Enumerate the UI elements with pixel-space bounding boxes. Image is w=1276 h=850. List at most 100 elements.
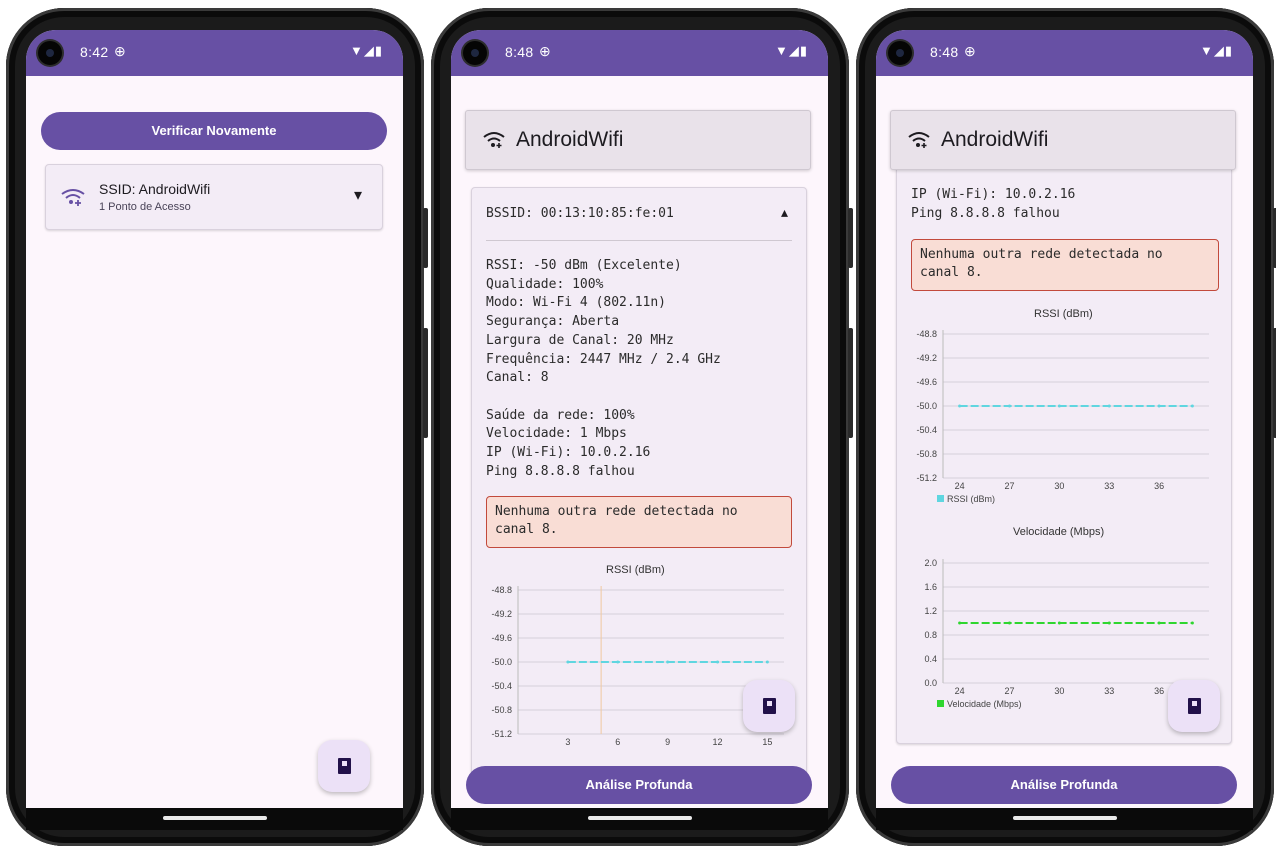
network-title: AndroidWifi xyxy=(941,128,1049,151)
rssi-chart-title: RSSI (dBm) xyxy=(606,564,665,576)
health-line: Saúde da rede: 100% xyxy=(486,407,635,423)
ip-line: IP (Wi-Fi): 10.0.2.16 xyxy=(911,187,1076,202)
status-time: 8:48 xyxy=(505,44,534,60)
alert-line-1: Nenhuma outra rede detectada no xyxy=(920,247,1163,262)
x-tick-label: 27 xyxy=(1004,481,1014,491)
data-point xyxy=(958,621,962,625)
phone-3: 8:48 ⊕ ▼◢▮ IP (Wi-Fi): 10.0.2.16 Ping 8.… xyxy=(856,8,1276,846)
y-tick-label: -49.2 xyxy=(491,609,512,619)
rssi-chart-title: RSSI (dBm) xyxy=(1034,308,1093,320)
home-indicator[interactable] xyxy=(1013,816,1117,820)
home-indicator[interactable] xyxy=(588,816,692,820)
sync-icon: ⊕ xyxy=(964,43,976,59)
ssid-card[interactable]: SSID: AndroidWifi 1 Ponto de Acesso ▾ xyxy=(45,164,383,230)
phone-1: 8:42 ⊕ ▼◢▮ Verificar Novamente SSID: And… xyxy=(6,8,428,846)
y-tick-label: 1.6 xyxy=(924,582,937,592)
status-time: 8:42 xyxy=(80,44,109,60)
bssid-label: BSSID: 00:13:10:85:fe:01 xyxy=(486,206,674,221)
status-time: 8:48 xyxy=(930,44,959,60)
y-tick-label: -50.0 xyxy=(491,657,512,667)
x-tick-label: 33 xyxy=(1104,481,1114,491)
data-point xyxy=(1190,404,1194,408)
y-tick-label: -50.4 xyxy=(916,425,937,435)
channel-width-line: Largura de Canal: 20 MHz xyxy=(486,332,674,348)
status-bar: 8:48 ⊕ ▼◢▮ xyxy=(876,30,1253,76)
rssi-line: RSSI: -50 dBm (Excelente) xyxy=(486,258,682,273)
y-tick-label: 2.0 xyxy=(924,558,937,568)
frequency-line: Frequência: 2447 MHz / 2.4 GHz xyxy=(486,351,721,367)
y-tick-label: -48.8 xyxy=(916,329,937,339)
data-point xyxy=(1190,621,1194,625)
x-tick-label: 33 xyxy=(1104,686,1114,696)
x-tick-label: 15 xyxy=(762,737,772,747)
data-point xyxy=(1107,404,1111,408)
data-point xyxy=(1157,621,1161,625)
chevron-down-icon[interactable]: ▾ xyxy=(354,185,362,205)
x-tick-label: 30 xyxy=(1054,481,1064,491)
x-tick-label: 36 xyxy=(1154,481,1164,491)
x-tick-label: 36 xyxy=(1154,686,1164,696)
network-stats: RSSI: -50 dBm (Excelente) Qualidade: 100… xyxy=(486,257,721,481)
check-again-button[interactable]: Verificar Novamente xyxy=(41,112,387,150)
alert-line-2: canal 8. xyxy=(920,265,983,280)
ping-line: Ping 8.8.8.8 falhou xyxy=(911,205,1060,221)
wifi-icon xyxy=(908,132,930,148)
channel-alert: Nenhuma outra rede detectada no canal 8. xyxy=(486,496,792,548)
y-tick-label: -49.6 xyxy=(916,377,937,387)
y-tick-label: -50.8 xyxy=(916,449,937,459)
x-tick-label: 27 xyxy=(1004,686,1014,696)
network-header: AndroidWifi xyxy=(465,110,811,170)
channel-alert: Nenhuma outra rede detectada no canal 8. xyxy=(911,239,1219,291)
data-point xyxy=(566,660,570,664)
bookmark-fab[interactable] xyxy=(1168,680,1220,732)
data-point xyxy=(1057,404,1061,408)
home-indicator[interactable] xyxy=(163,816,267,820)
speed-chart-title: Velocidade (Mbps) xyxy=(1013,526,1105,538)
phone-2: 8:48 ⊕ ▼◢▮ AndroidWifi BSSID: 00:13:10:8… xyxy=(431,8,853,846)
y-tick-label: -49.2 xyxy=(916,353,937,363)
bookmark-fab[interactable] xyxy=(318,740,370,792)
chevron-up-icon[interactable]: ▴ xyxy=(781,204,788,221)
x-tick-label: 30 xyxy=(1054,686,1064,696)
wifi-icon xyxy=(61,189,85,206)
camera-cutout xyxy=(463,41,487,65)
system-status-icons: ▼◢▮ xyxy=(349,43,383,58)
screen-3: 8:48 ⊕ ▼◢▮ IP (Wi-Fi): 10.0.2.16 Ping 8.… xyxy=(876,30,1253,815)
data-point xyxy=(1107,621,1111,625)
legend-label: Velocidade (Mbps) xyxy=(947,699,1022,709)
data-point xyxy=(716,660,719,664)
deep-analysis-button[interactable]: Análise Profunda xyxy=(891,766,1237,804)
status-bar: 8:48 ⊕ ▼◢▮ xyxy=(451,30,828,76)
divider xyxy=(486,240,792,241)
data-point xyxy=(1157,404,1161,408)
x-tick-label: 24 xyxy=(955,481,965,491)
sync-icon: ⊕ xyxy=(114,43,126,59)
y-tick-label: 0.8 xyxy=(924,630,937,640)
data-point xyxy=(1008,621,1011,625)
network-detail-card: IP (Wi-Fi): 10.0.2.16 Ping 8.8.8.8 falho… xyxy=(896,130,1232,744)
rssi-chart-2: -48.8 -49.2 -49.6 -50.0 -50.4 -50.8 -51.2 24 27 3… xyxy=(916,329,1209,504)
y-tick-label: -48.8 xyxy=(491,585,512,595)
x-tick-label: 24 xyxy=(955,686,965,696)
x-tick-label: 6 xyxy=(615,737,620,747)
x-tick-label: 3 xyxy=(565,737,570,747)
data-point xyxy=(666,660,670,664)
bookmark-icon xyxy=(762,698,776,714)
deep-analysis-button[interactable]: Análise Profunda xyxy=(466,766,812,804)
volume-button xyxy=(423,328,428,438)
network-stats-scrolled: IP (Wi-Fi): 10.0.2.16 Ping 8.8.8.8 falho… xyxy=(911,186,1075,223)
camera-cutout xyxy=(888,41,912,65)
ssid-label: SSID: AndroidWifi xyxy=(99,181,211,197)
screen-1: 8:42 ⊕ ▼◢▮ Verificar Novamente SSID: And… xyxy=(26,30,403,815)
bookmark-fab[interactable] xyxy=(743,680,795,732)
power-button xyxy=(423,208,428,268)
y-tick-label: 0.4 xyxy=(924,654,937,664)
volume-button xyxy=(848,328,853,438)
y-tick-label: -50.8 xyxy=(491,705,512,715)
bookmark-icon xyxy=(1187,698,1201,714)
wifi-icon xyxy=(483,132,505,148)
status-bar: 8:42 ⊕ ▼◢▮ xyxy=(26,30,403,76)
y-tick-label: -50.0 xyxy=(916,401,937,411)
ping-line: Ping 8.8.8.8 falhou xyxy=(486,463,635,479)
system-status-icons: ▼◢▮ xyxy=(1199,43,1233,58)
